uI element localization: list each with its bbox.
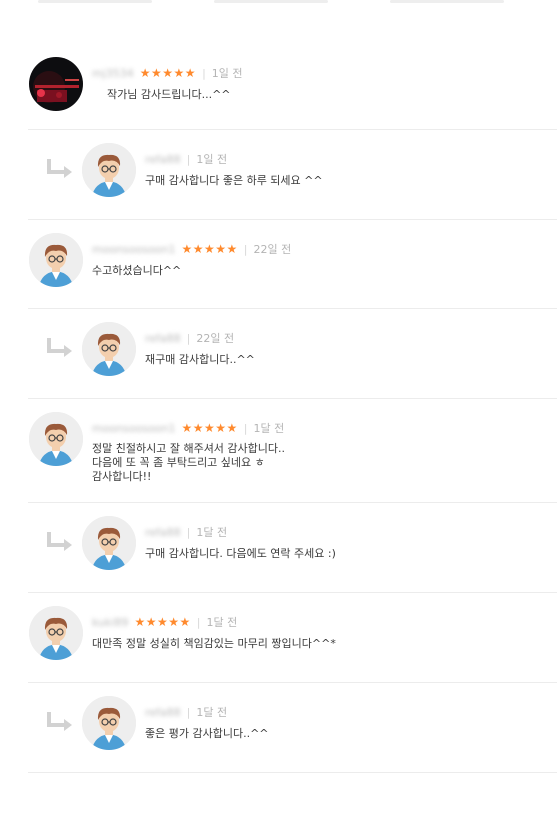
star-icon: ★★★★★ — [181, 421, 238, 435]
review-meta: moonsoosoon1 ★★★★★ | 1달 전 — [92, 420, 284, 436]
avatar[interactable] — [29, 233, 83, 287]
reply-arrow-icon — [47, 159, 72, 178]
username[interactable]: refa88 — [145, 526, 181, 539]
username[interactable]: refa88 — [145, 706, 181, 719]
avatar[interactable] — [82, 322, 136, 376]
reply-item: refa88 | 22일 전 재구매 감사합니다..^^ — [28, 309, 557, 399]
review-item: moonsoosoon1 ★★★★★ | 1달 전 정말 친절하시고 잘 해주셔… — [28, 399, 557, 503]
username[interactable]: kuki89 — [92, 616, 128, 629]
reply-text: 구매 감사합니다. 다음에도 연락 주세요 :) — [145, 547, 336, 560]
reply-meta: refa88 | 1달 전 — [145, 704, 227, 720]
reply-meta: refa88 | 1달 전 — [145, 524, 227, 540]
reply-text: 재구매 감사합니다..^^ — [145, 353, 255, 366]
review-list: mj3534 ★★★★★ | 1일 전 작가님 감사드립니다...^^ refa… — [28, 44, 557, 773]
top-tab-segment — [390, 0, 504, 3]
username[interactable]: refa88 — [145, 332, 181, 345]
review-date: 1일 전 — [211, 67, 243, 80]
top-tab-segment — [214, 0, 328, 3]
review-text: 대만족 정말 성실히 책임감있는 마무리 짱입니다^^* — [92, 637, 336, 650]
avatar[interactable] — [82, 516, 136, 570]
reply-arrow-icon — [47, 712, 72, 731]
review-text: 작가님 감사드립니다...^^ — [107, 88, 231, 101]
reply-meta: refa88 | 1일 전 — [145, 151, 227, 167]
review-meta: mj3534 ★★★★★ | 1일 전 — [92, 65, 243, 81]
star-icon: ★★★★★ — [139, 66, 197, 80]
review-item: kuki89 ★★★★★ | 1달 전 대만족 정말 성실히 책임감있는 마무리… — [28, 593, 557, 683]
reply-date: 22일 전 — [196, 332, 235, 345]
review-date: 1달 전 — [253, 422, 285, 435]
top-tab-segment — [38, 0, 152, 3]
reply-date: 1일 전 — [196, 153, 228, 166]
meta-separator: | — [243, 421, 248, 435]
reply-meta: refa88 | 22일 전 — [145, 330, 234, 346]
username[interactable]: moonsoosoon1 — [92, 422, 176, 435]
reply-item: refa88 | 1달 전 좋은 평가 감사합니다..^^ — [28, 683, 557, 773]
review-text: 수고하셨습니다^^ — [92, 264, 182, 277]
meta-separator: | — [186, 525, 191, 539]
review-date: 22일 전 — [253, 243, 292, 256]
meta-separator: | — [243, 242, 248, 256]
review-item: mj3534 ★★★★★ | 1일 전 작가님 감사드립니다...^^ — [28, 44, 557, 130]
meta-separator: | — [186, 152, 191, 166]
top-divider-bar — [0, 0, 557, 6]
meta-separator: | — [186, 331, 191, 345]
review-item: moonsoosoon1 ★★★★★ | 22일 전 수고하셨습니다^^ — [28, 220, 557, 309]
reply-date: 1달 전 — [196, 526, 228, 539]
meta-separator: | — [196, 615, 201, 629]
reply-arrow-icon — [47, 532, 72, 551]
review-date: 1달 전 — [206, 616, 238, 629]
review-meta: kuki89 ★★★★★ | 1달 전 — [92, 614, 237, 630]
reply-item: refa88 | 1달 전 구매 감사합니다. 다음에도 연락 주세요 :) — [28, 503, 557, 593]
username[interactable]: refa88 — [145, 153, 181, 166]
avatar[interactable] — [82, 696, 136, 750]
review-text: 정말 친절하시고 잘 해주셔서 감사합니다.. 다음에 또 꼭 좀 부탁드리고 … — [92, 442, 286, 483]
reply-text: 좋은 평가 감사합니다..^^ — [145, 727, 269, 740]
review-meta: moonsoosoon1 ★★★★★ | 22일 전 — [92, 241, 291, 257]
avatar[interactable] — [29, 606, 83, 660]
meta-separator: | — [202, 66, 206, 80]
meta-separator: | — [186, 705, 191, 719]
reply-arrow-icon — [47, 338, 72, 357]
avatar[interactable] — [29, 412, 83, 466]
avatar[interactable] — [29, 57, 83, 111]
reply-date: 1달 전 — [196, 706, 228, 719]
reply-text: 구매 감사합니다 좋은 하루 되세요 ^^ — [145, 174, 323, 187]
username[interactable]: mj3534 — [92, 67, 134, 80]
username[interactable]: moonsoosoon1 — [92, 243, 176, 256]
reply-item: refa88 | 1일 전 구매 감사합니다 좋은 하루 되세요 ^^ — [28, 130, 557, 220]
avatar[interactable] — [82, 143, 136, 197]
star-icon: ★★★★★ — [181, 242, 238, 256]
star-icon: ★★★★★ — [134, 615, 191, 629]
